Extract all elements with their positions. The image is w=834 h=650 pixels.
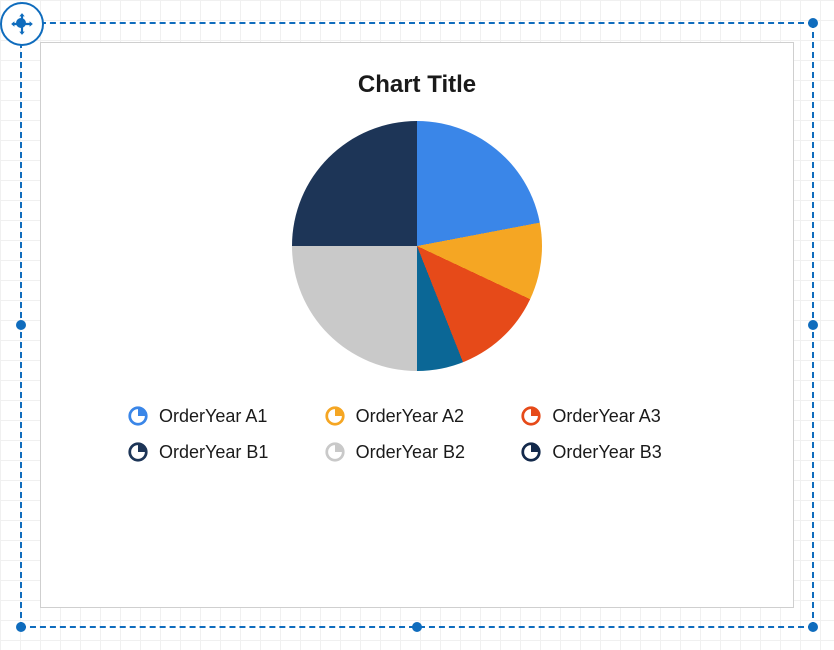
pie-chart[interactable]	[292, 121, 542, 371]
legend-item-label: OrderYear B1	[159, 442, 268, 463]
legend-swatch-icon	[520, 441, 542, 463]
resize-handle-bottom-left[interactable]	[16, 622, 26, 632]
legend-item: OrderYear B2	[324, 441, 511, 463]
legend-item: OrderYear B1	[127, 441, 314, 463]
legend-swatch-icon	[324, 405, 346, 427]
legend-swatch-icon	[127, 405, 149, 427]
pie-wrap	[41, 121, 793, 371]
legend-item-label: OrderYear B2	[356, 442, 465, 463]
legend-item: OrderYear B3	[520, 441, 707, 463]
chart-container[interactable]: Chart Title OrderYear A1OrderYear A2Orde…	[40, 42, 794, 608]
resize-handle-top-left[interactable]	[16, 18, 26, 28]
legend-item-label: OrderYear A1	[159, 406, 267, 427]
legend-item: OrderYear A2	[324, 405, 511, 427]
legend-item-label: OrderYear A2	[356, 406, 464, 427]
legend: OrderYear A1 OrderYear A2 OrderYear A3 Orde…	[127, 405, 707, 463]
resize-handle-middle-right[interactable]	[808, 320, 818, 330]
resize-handle-bottom-middle[interactable]	[412, 622, 422, 632]
legend-item-label: OrderYear B3	[552, 442, 661, 463]
legend-item: OrderYear A1	[127, 405, 314, 427]
legend-item: OrderYear A3	[520, 405, 707, 427]
legend-swatch-icon	[324, 441, 346, 463]
resize-handle-bottom-right[interactable]	[808, 622, 818, 632]
resize-handle-top-right[interactable]	[808, 18, 818, 28]
legend-swatch-icon	[127, 441, 149, 463]
legend-item-label: OrderYear A3	[552, 406, 660, 427]
legend-swatch-icon	[520, 405, 542, 427]
resize-handle-middle-left[interactable]	[16, 320, 26, 330]
chart-title: Chart Title	[41, 71, 793, 99]
